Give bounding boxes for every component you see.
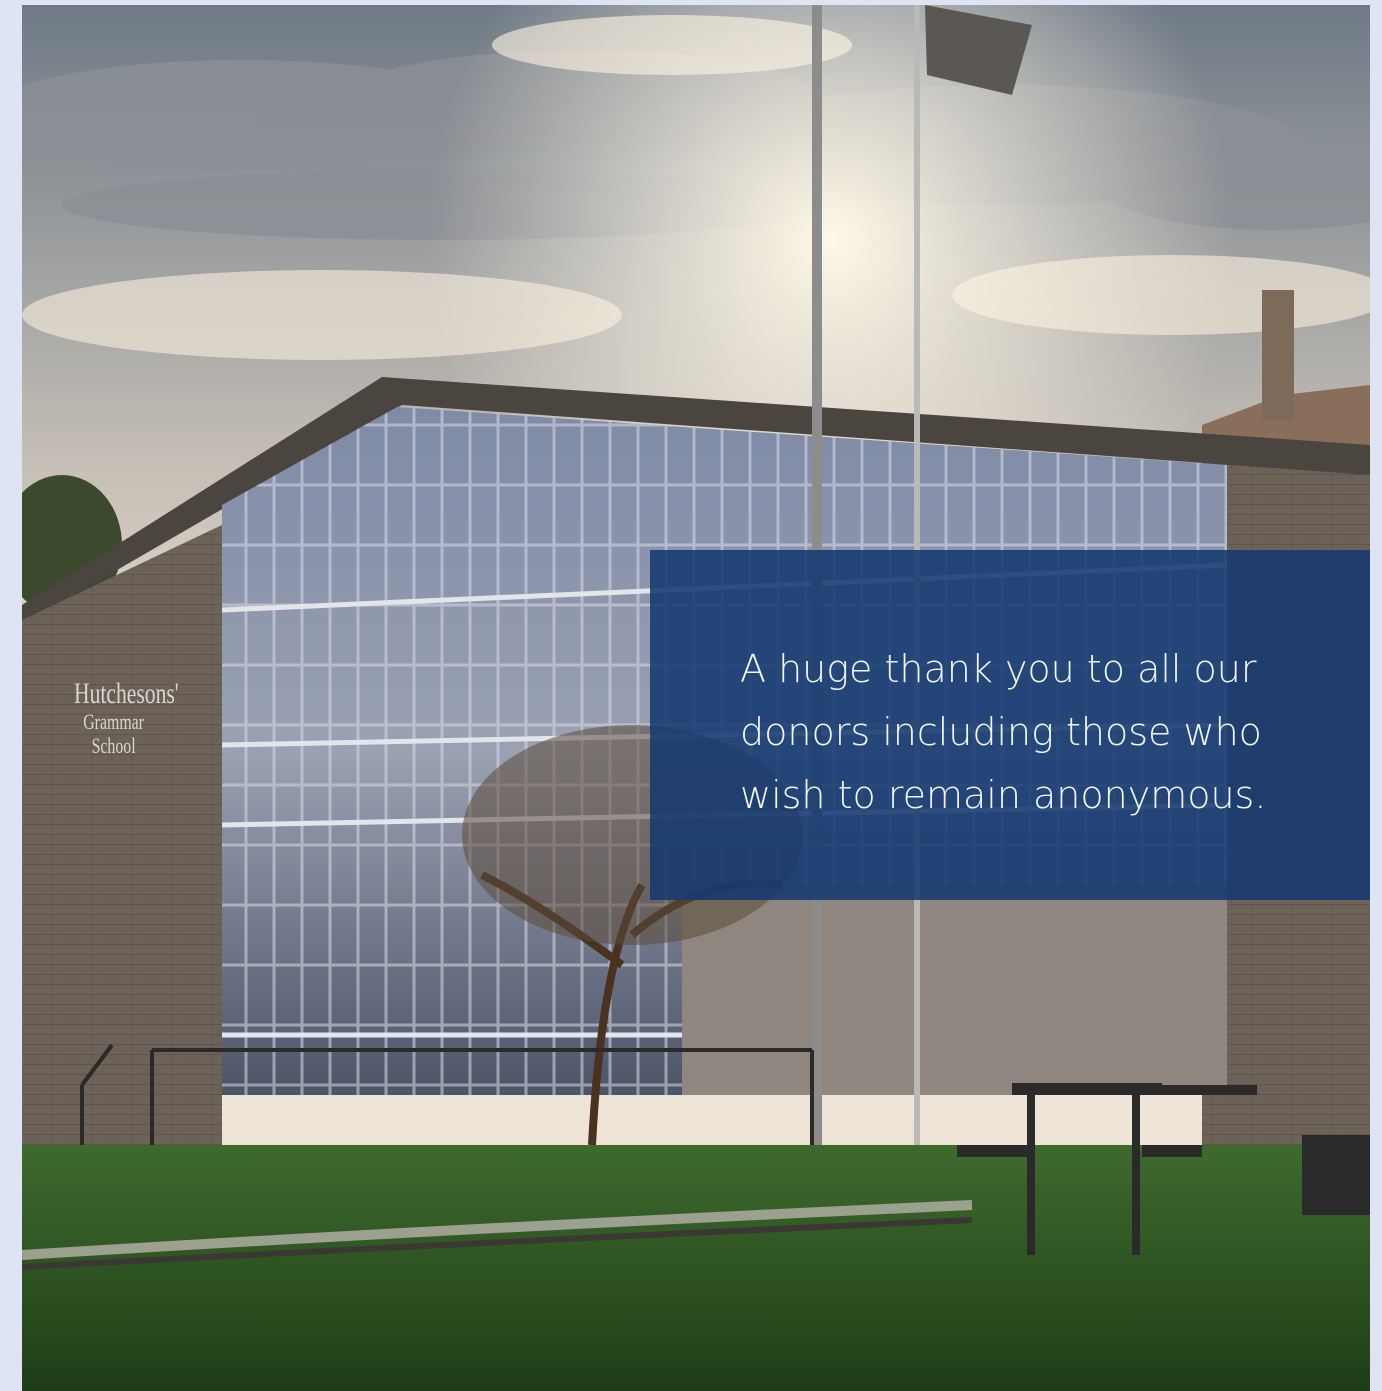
hero-image-frame: Hutchesons' Grammar School A huge thank … <box>22 5 1370 1391</box>
school-wall-sign: Hutchesons' Grammar School <box>74 677 179 759</box>
sign-line-2: Grammar School <box>83 709 144 759</box>
thank-you-message: A huge thank you to all our donors inclu… <box>740 647 1267 817</box>
thank-you-overlay-panel: A huge thank you to all our donors inclu… <box>650 550 1370 900</box>
sign-line-1: Hutchesons' <box>74 677 179 710</box>
